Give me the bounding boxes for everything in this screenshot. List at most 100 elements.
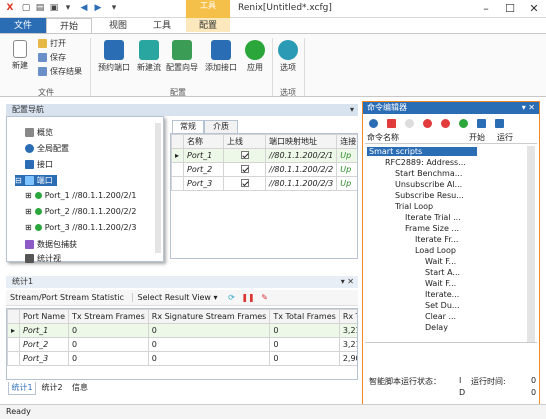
- col-link[interactable]: 连接: [336, 134, 357, 149]
- command-item[interactable]: Set Du...: [425, 301, 460, 310]
- col-rx-signature[interactable]: Rx Signature Stream Frames: [147, 309, 271, 324]
- cancel-icon[interactable]: [441, 119, 450, 128]
- tab-config[interactable]: 配置: [186, 18, 230, 34]
- export-icon[interactable]: [495, 119, 504, 128]
- tree-item-port3[interactable]: ⊞ Port_3 //80.1.1.200/2/3: [25, 223, 136, 232]
- command-item[interactable]: Wait F...: [425, 279, 456, 288]
- tree-item-global[interactable]: 全局配置: [25, 143, 69, 154]
- refresh-icon[interactable]: ⟳: [228, 293, 235, 302]
- more-icon[interactable]: ▾: [108, 2, 120, 14]
- command-item[interactable]: Clear ...: [425, 312, 456, 321]
- col-tx-stream[interactable]: Tx Stream Frames: [68, 309, 149, 324]
- stop-icon[interactable]: [387, 119, 396, 128]
- tab-stats2[interactable]: 统计2: [38, 382, 66, 394]
- tree-item-port1[interactable]: ⊞ Port_1 //80.1.1.200/2/1: [25, 191, 136, 200]
- tree-item-interface[interactable]: 接口: [25, 159, 53, 170]
- online-checkbox[interactable]: [223, 176, 266, 191]
- command-item-smart-scripts[interactable]: Smart scripts: [367, 147, 477, 156]
- options-button[interactable]: 选项: [276, 40, 300, 73]
- col-port-name[interactable]: Port Name: [18, 309, 70, 324]
- table-row[interactable]: ▸ Port_1 //80.1.1.200/2/1 Up: [171, 148, 357, 163]
- tab-info[interactable]: 信息: [68, 382, 92, 394]
- close-icon[interactable]: ▾ ✕: [341, 276, 354, 288]
- scrollbar[interactable]: [155, 123, 161, 253]
- command-item[interactable]: Subscribe Resu...: [395, 191, 464, 200]
- back-icon[interactable]: ◀: [78, 2, 90, 14]
- table-row[interactable]: Port_3 0 0 0 2,901: [7, 351, 357, 366]
- expand-icon[interactable]: ⊞: [25, 191, 32, 200]
- command-item[interactable]: Iterate Trial ...: [405, 213, 461, 222]
- table-row[interactable]: Port_2 0 0 0 3,213: [7, 337, 357, 352]
- close-button[interactable]: ✕: [522, 0, 546, 18]
- table-row[interactable]: ▸ Port_1 0 0 0 3,214: [7, 323, 357, 338]
- collapse-icon[interactable]: ⊟: [15, 176, 22, 185]
- tab-start[interactable]: 开始: [46, 18, 92, 34]
- command-item[interactable]: Delay: [425, 323, 448, 332]
- expand-icon[interactable]: ⊞: [25, 207, 32, 216]
- command-item[interactable]: Load Loop: [415, 246, 456, 255]
- refresh-icon[interactable]: [459, 119, 468, 128]
- new-stream-button[interactable]: 新建流: [134, 40, 164, 73]
- tree-item-capture[interactable]: 数据包捕获: [25, 239, 77, 250]
- minimize-button[interactable]: –: [474, 0, 498, 18]
- tree-item-port2[interactable]: ⊞ Port_2 //80.1.1.200/2/2: [25, 207, 136, 216]
- col-command-name[interactable]: 命令名称: [367, 132, 399, 144]
- tab-view[interactable]: 视图: [96, 18, 140, 34]
- add-interface-button[interactable]: 添加接口: [202, 40, 240, 73]
- save-icon[interactable]: ▣: [48, 2, 60, 14]
- command-item[interactable]: Start Benchma...: [395, 169, 462, 178]
- command-item[interactable]: Trial Loop: [395, 202, 433, 211]
- select-view-dropdown[interactable]: Select Result View ▾: [132, 293, 218, 302]
- table-row[interactable]: Port_2 //80.1.1.200/2/2 Up: [171, 162, 357, 177]
- col-tx-total[interactable]: Tx Total Frames: [269, 309, 340, 324]
- pin-icon[interactable]: ▾: [350, 104, 354, 116]
- tab-file[interactable]: 文件: [0, 18, 46, 34]
- new-button[interactable]: 新建: [6, 40, 34, 71]
- save-result-button[interactable]: 保存结果: [38, 66, 82, 77]
- nav-title: 配置导航: [12, 105, 44, 114]
- command-item[interactable]: Iterate Fr...: [415, 235, 458, 244]
- close-icon[interactable]: ▾ ✕: [522, 102, 535, 114]
- col-rx-total[interactable]: Rx Total Fr: [338, 309, 357, 324]
- col-online[interactable]: 上线: [223, 134, 266, 149]
- command-item[interactable]: Unsubscribe Al...: [395, 180, 462, 189]
- forward-icon[interactable]: ▶: [92, 2, 104, 14]
- chart-icon[interactable]: [477, 119, 486, 128]
- save-button[interactable]: 保存: [38, 52, 66, 63]
- dropdown-icon[interactable]: ▾: [62, 2, 74, 14]
- wizard-button[interactable]: 配置向导: [164, 40, 200, 73]
- step-icon[interactable]: [405, 119, 414, 128]
- table-row[interactable]: Port_3 //80.1.1.200/2/3 Up: [171, 176, 357, 191]
- open-folder-icon[interactable]: ▤: [34, 2, 46, 14]
- col-run[interactable]: 运行: [497, 132, 513, 144]
- delete-icon[interactable]: [423, 119, 432, 128]
- tree-item-ports[interactable]: ⊟ 端口: [15, 175, 57, 186]
- tab-stats1[interactable]: 统计1: [8, 382, 36, 395]
- online-checkbox[interactable]: [223, 148, 266, 163]
- command-item[interactable]: Frame Size ...: [405, 224, 459, 233]
- tab-media[interactable]: 介质: [204, 120, 238, 134]
- tree-item-overview[interactable]: 概览: [25, 127, 53, 138]
- apply-button[interactable]: 应用: [242, 40, 268, 73]
- col-address[interactable]: 端口映射地址: [264, 134, 338, 149]
- open-button[interactable]: 打开: [38, 38, 66, 49]
- command-item[interactable]: Iterate...: [425, 290, 459, 299]
- play-icon[interactable]: [369, 119, 378, 128]
- command-item[interactable]: Wait F...: [425, 257, 456, 266]
- online-checkbox[interactable]: [223, 162, 266, 177]
- col-name[interactable]: 名称: [183, 134, 224, 149]
- command-item[interactable]: RFC2889: Address...: [385, 158, 466, 167]
- maximize-button[interactable]: ☐: [498, 0, 522, 18]
- scrollbar[interactable]: [527, 146, 535, 342]
- tree-item-stats[interactable]: 统计视: [25, 253, 61, 264]
- expand-icon[interactable]: ⊞: [25, 223, 32, 232]
- pause-icon[interactable]: ❚❚: [241, 293, 254, 302]
- tree-label: 全局配置: [37, 144, 69, 153]
- reserve-port-button[interactable]: 预约端口: [96, 40, 132, 73]
- tab-tools[interactable]: 工具: [140, 18, 184, 34]
- clear-icon[interactable]: ✎: [261, 293, 268, 302]
- col-start[interactable]: 开始: [469, 132, 485, 144]
- new-doc-icon[interactable]: ▢: [20, 2, 32, 14]
- tab-normal[interactable]: 常规: [172, 120, 204, 133]
- command-item[interactable]: Start A...: [425, 268, 460, 277]
